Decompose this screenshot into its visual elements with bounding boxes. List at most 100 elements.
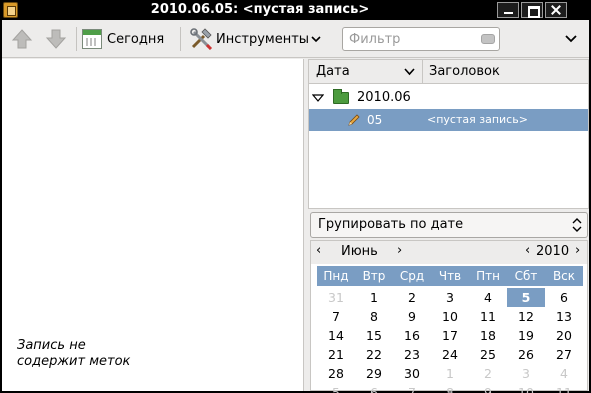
toolbar-separator xyxy=(180,27,181,51)
today-button[interactable]: Сегодня xyxy=(82,26,164,52)
arrow-down-icon[interactable] xyxy=(44,27,68,51)
main-window: Сегодня Инструменты Запись не xyxy=(2,20,589,393)
calendar-day[interactable]: 17 xyxy=(431,326,469,345)
window-title: 2010.06.05: <пустая запись> xyxy=(150,2,370,17)
calendar-day[interactable]: 14 xyxy=(317,326,355,345)
calendar-nav: ‹ Июнь › ‹ 2010 › xyxy=(311,241,587,264)
calendar-day[interactable]: 9 xyxy=(393,307,431,326)
calendar-day-selected[interactable]: 5 xyxy=(507,288,545,307)
today-label: Сегодня xyxy=(107,31,165,47)
pencil-icon xyxy=(348,114,360,126)
calendar-day[interactable]: 11 xyxy=(545,383,583,393)
calendar-day[interactable]: 10 xyxy=(507,383,545,393)
calendar-day[interactable]: 1 xyxy=(431,364,469,383)
calendar-day[interactable]: 12 xyxy=(507,307,545,326)
grouping-value: Групировать по дате xyxy=(318,217,464,232)
calendar: ‹ Июнь › ‹ 2010 › Пнд Втр Срд Чтв Птн Сбт Вск … xyxy=(310,240,588,393)
expander-icon[interactable] xyxy=(312,87,324,109)
close-button[interactable] xyxy=(545,2,567,18)
calendar-day[interactable]: 29 xyxy=(355,364,393,383)
minimize-button[interactable] xyxy=(497,2,519,18)
calendar-day[interactable]: 16 xyxy=(393,326,431,345)
weekday-header: Пнд Втр Срд Чтв Птн Сбт Вск xyxy=(317,266,583,286)
chevron-down-icon xyxy=(311,36,321,43)
folder-icon xyxy=(333,89,349,104)
calendar-day[interactable]: 1 xyxy=(355,288,393,307)
next-month-button[interactable]: › xyxy=(397,243,402,258)
entry-title: <пустая запись> xyxy=(427,113,528,126)
tree-row-entry[interactable]: 05 <пустая запись> xyxy=(309,109,588,131)
calendar-day[interactable]: 18 xyxy=(469,326,507,345)
filter-input[interactable] xyxy=(349,31,477,47)
calendar-day[interactable]: 22 xyxy=(355,345,393,364)
tree-row-month[interactable]: 2010.06 xyxy=(309,87,588,109)
calendar-day[interactable]: 6 xyxy=(355,383,393,393)
calendar-day[interactable]: 20 xyxy=(545,326,583,345)
calendar-day[interactable]: 19 xyxy=(507,326,545,345)
weekday-label: Срд xyxy=(399,269,425,283)
weekday-label: Чтв xyxy=(438,269,462,283)
weekday-label: Вск xyxy=(552,269,576,283)
calendar-year: 2010 xyxy=(536,244,570,259)
chevron-down-icon xyxy=(404,68,415,76)
tools-icon xyxy=(190,28,213,50)
toolbar: Сегодня Инструменты xyxy=(2,20,589,58)
chevron-down-icon[interactable] xyxy=(563,30,579,46)
arrow-up-icon[interactable] xyxy=(10,27,34,51)
calendar-day[interactable]: 26 xyxy=(507,345,545,364)
right-pane: Дата Заголовок 2010.06 05 <пустая запись… xyxy=(308,59,589,393)
title-bar[interactable]: 2010.06.05: <пустая запись> xyxy=(0,0,591,20)
filter-field[interactable] xyxy=(342,27,500,51)
calendar-icon xyxy=(82,29,102,49)
calendar-day[interactable]: 5 xyxy=(317,383,355,393)
prev-month-button[interactable]: ‹ xyxy=(316,243,321,258)
weekday-label: Птн xyxy=(476,269,500,283)
calendar-day[interactable]: 28 xyxy=(317,364,355,383)
calendar-day[interactable]: 3 xyxy=(431,288,469,307)
calendar-day[interactable]: 31 xyxy=(317,288,355,307)
entry-day: 05 xyxy=(367,113,383,127)
weekday-label: Пнд xyxy=(323,269,349,283)
calendar-day[interactable]: 25 xyxy=(469,345,507,364)
calendar-day[interactable]: 2 xyxy=(393,288,431,307)
column-header-date[interactable]: Дата xyxy=(309,60,423,84)
calendar-month: Июнь xyxy=(341,244,378,259)
tools-menu-button[interactable]: Инструменты xyxy=(190,26,321,52)
column-header-title[interactable]: Заголовок xyxy=(429,60,500,84)
tree-header: Дата Заголовок xyxy=(309,60,588,84)
calendar-day[interactable]: 11 xyxy=(469,307,507,326)
grouping-select[interactable]: Групировать по дате xyxy=(310,212,588,238)
clear-filter-icon[interactable] xyxy=(481,34,495,44)
calendar-day[interactable]: 4 xyxy=(545,364,583,383)
calendar-day[interactable]: 13 xyxy=(545,307,583,326)
weekday-label: Сбт xyxy=(514,269,538,283)
calendar-day[interactable]: 30 xyxy=(393,364,431,383)
calendar-day[interactable]: 24 xyxy=(431,345,469,364)
maximize-button[interactable] xyxy=(521,2,543,18)
calendar-day[interactable]: 7 xyxy=(317,307,355,326)
calendar-day[interactable]: 3 xyxy=(507,364,545,383)
calendar-day[interactable]: 4 xyxy=(469,288,507,307)
tags-pane: Запись не содержит меток xyxy=(2,59,304,391)
month-label: 2010.06 xyxy=(357,90,411,105)
calendar-day[interactable]: 23 xyxy=(393,345,431,364)
calendar-day[interactable]: 15 xyxy=(355,326,393,345)
calendar-day[interactable]: 8 xyxy=(431,383,469,393)
calendar-day[interactable]: 8 xyxy=(355,307,393,326)
entries-tree[interactable]: Дата Заголовок 2010.06 05 <пустая запись… xyxy=(308,59,589,209)
weekday-label: Втр xyxy=(362,269,386,283)
calendar-day[interactable]: 10 xyxy=(431,307,469,326)
calendar-day[interactable]: 7 xyxy=(393,383,431,393)
calendar-day[interactable]: 2 xyxy=(469,364,507,383)
no-tags-message: Запись не содержит меток xyxy=(17,338,131,369)
calendar-day[interactable]: 9 xyxy=(469,383,507,393)
calendar-days: 31 1 2 3 4 5 6 7 8 9 10 11 12 13 14 15 16 17 18 19 20 21 22 23 2… xyxy=(317,288,583,393)
calendar-day[interactable]: 6 xyxy=(545,288,583,307)
next-year-button[interactable]: › xyxy=(575,243,580,258)
updown-arrows-icon xyxy=(572,218,582,232)
calendar-day[interactable]: 21 xyxy=(317,345,355,364)
calendar-day[interactable]: 27 xyxy=(545,345,583,364)
prev-year-button[interactable]: ‹ xyxy=(525,243,530,258)
tools-label: Инструменты xyxy=(216,31,310,47)
toolbar-separator xyxy=(76,27,77,51)
